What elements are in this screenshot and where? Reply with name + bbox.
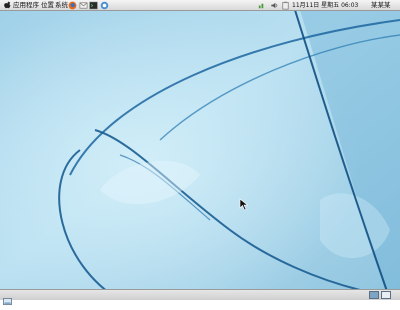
- terminal-icon[interactable]: [89, 1, 98, 14]
- help-icon[interactable]: [100, 1, 109, 14]
- bottom-panel: [0, 289, 400, 306]
- firefox-icon[interactable]: [68, 1, 77, 14]
- menu-system[interactable]: 系统: [55, 0, 68, 11]
- user-switcher[interactable]: 某某某: [371, 0, 391, 11]
- network-icon[interactable]: [257, 1, 266, 14]
- menu-applications[interactable]: 应用程序: [13, 0, 39, 11]
- volume-icon[interactable]: [270, 1, 279, 14]
- menu-places[interactable]: 位置: [41, 0, 54, 11]
- mail-icon[interactable]: [79, 1, 88, 14]
- workspace-2[interactable]: [381, 291, 391, 299]
- clipboard-icon[interactable]: [281, 1, 290, 14]
- wallpaper-graphic: [0, 0, 400, 300]
- workspace-1[interactable]: [369, 291, 379, 299]
- clock[interactable]: 11月11日 星期五 06:03: [292, 0, 358, 11]
- apple-icon[interactable]: [3, 1, 12, 14]
- show-desktop-icon[interactable]: [3, 291, 12, 310]
- top-panel: 应用程序 位置 系统 11月11日 星期五 06:03 某某某: [0, 0, 400, 11]
- desktop-wallpaper: [0, 0, 400, 300]
